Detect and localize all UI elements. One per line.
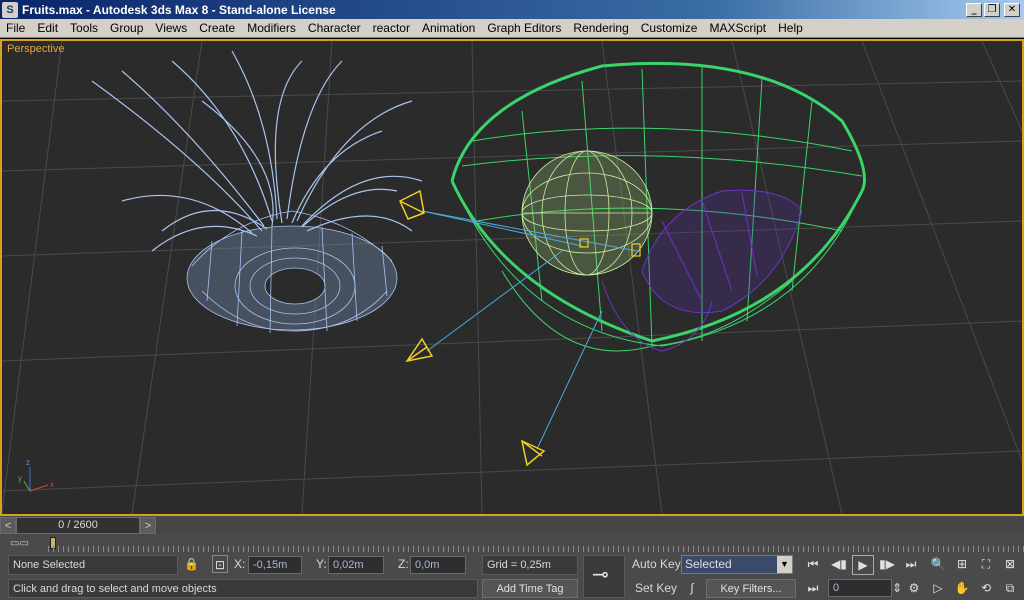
key-mode-dropdown[interactable]: Selected ▼ xyxy=(681,555,793,574)
time-next-button[interactable]: > xyxy=(140,517,156,534)
menu-rendering[interactable]: Rendering xyxy=(567,19,634,37)
menu-modifiers[interactable]: Modifiers xyxy=(241,19,302,37)
camera-icon-3 xyxy=(520,439,546,467)
x-coord-field[interactable]: -0,15m xyxy=(248,556,302,574)
go-to-end-icon[interactable]: ⏭ xyxy=(900,555,922,573)
chevron-down-icon[interactable]: ▼ xyxy=(777,556,792,573)
time-slider[interactable]: < 0 / 2600 > xyxy=(0,516,1024,535)
set-key-button[interactable]: Set Key xyxy=(635,579,677,597)
window-title: Fruits.max - Autodesk 3ds Max 8 - Stand-… xyxy=(22,2,336,17)
time-prev-button[interactable]: < xyxy=(0,517,16,534)
x-coord-label: X: xyxy=(234,557,246,571)
viewport-label[interactable]: Perspective xyxy=(7,43,64,55)
axis-tripod-icon: z x y xyxy=(18,458,54,492)
absolute-mode-icon[interactable]: ⊡ xyxy=(212,555,228,573)
menu-views[interactable]: Views xyxy=(149,19,193,37)
key-icon: ⊸ xyxy=(592,564,609,586)
bowl-mesh xyxy=(450,61,866,352)
time-slider-track[interactable] xyxy=(156,517,1024,534)
key-mode-value: Selected xyxy=(685,557,732,571)
camera-icon-1 xyxy=(399,189,425,220)
time-slider-thumb[interactable]: 0 / 2600 xyxy=(16,517,140,534)
key-filters-button[interactable]: Key Filters... xyxy=(706,579,796,598)
y-coord-label: Y: xyxy=(316,557,327,571)
menu-animation[interactable]: Animation xyxy=(416,19,481,37)
arc-rotate-icon[interactable]: ⟲ xyxy=(976,579,996,597)
lock-icon[interactable]: 🔒 xyxy=(184,555,199,573)
menu-group[interactable]: Group xyxy=(104,19,149,37)
close-button[interactable]: ✕ xyxy=(1004,2,1020,17)
axis-x-label: x xyxy=(50,480,54,489)
next-frame-icon[interactable]: ▮▶ xyxy=(876,555,898,573)
zoom-extents-all-icon[interactable]: ⊠ xyxy=(1000,555,1020,573)
maximize-button[interactable]: ❐ xyxy=(984,2,1000,17)
play-icon[interactable]: ▶ xyxy=(852,555,874,575)
viewport-scene: z x y xyxy=(2,41,1022,514)
field-of-view-icon[interactable]: ▷ xyxy=(928,579,948,597)
minimize-button[interactable]: _ xyxy=(966,2,982,17)
previous-frame-icon[interactable]: ◀▮ xyxy=(828,555,850,573)
time-configuration-icon[interactable]: ⚙ xyxy=(904,579,924,597)
grass-mesh xyxy=(91,50,423,252)
frame-spinner-icon[interactable]: ⇕ xyxy=(892,579,902,597)
menu-maxscript[interactable]: MAXScript xyxy=(703,19,772,37)
menu-tools[interactable]: Tools xyxy=(64,19,104,37)
axis-z-label: z xyxy=(26,458,30,467)
auto-key-button[interactable]: Auto Key xyxy=(632,555,681,573)
menu-edit[interactable]: Edit xyxy=(31,19,64,37)
app-icon[interactable]: S xyxy=(2,1,18,18)
z-coord-field[interactable]: 0,0m xyxy=(410,556,466,574)
ground-grid xyxy=(2,41,1022,514)
track-bar[interactable]: ▭▭ xyxy=(0,535,1024,552)
track-bar-icon[interactable]: ▭▭ xyxy=(10,538,32,549)
status-bar: None Selected Click and drag to select a… xyxy=(0,552,1024,600)
title-bar: S Fruits.max - Autodesk 3ds Max 8 - Stan… xyxy=(0,0,1024,19)
menu-customize[interactable]: Customize xyxy=(635,19,704,37)
y-coord-field[interactable]: 0,02m xyxy=(328,556,384,574)
vase-mesh xyxy=(186,210,398,334)
zoom-all-icon[interactable]: ⊞ xyxy=(952,555,972,573)
pan-hand-icon[interactable]: ✋ xyxy=(952,579,972,597)
zoom-extents-icon[interactable]: ⛶ xyxy=(976,555,996,573)
key-tangent-icon[interactable]: ∫ xyxy=(682,579,702,597)
selection-status: None Selected xyxy=(8,555,178,575)
menu-bar: File Edit Tools Group Views Create Modif… xyxy=(0,19,1024,38)
menu-graph-editors[interactable]: Graph Editors xyxy=(481,19,567,37)
z-coord-label: Z: xyxy=(398,557,409,571)
zoom-icon[interactable]: 🔍 xyxy=(928,555,948,573)
key-mode-toggle-icon[interactable]: ⏭ xyxy=(802,579,824,597)
maximize-viewport-icon[interactable]: ⧉ xyxy=(1000,579,1020,597)
axis-y-label: y xyxy=(18,474,22,483)
set-key-big-button[interactable]: ⊸ xyxy=(583,555,625,598)
camera-icon-2 xyxy=(405,337,434,363)
prompt-line: Click and drag to select and move object… xyxy=(8,579,478,598)
go-to-start-icon[interactable]: ⏮ xyxy=(802,555,824,573)
current-frame-field[interactable]: 0 xyxy=(828,579,892,597)
perspective-viewport[interactable]: z x y Perspective xyxy=(0,39,1024,516)
menu-file[interactable]: File xyxy=(0,19,31,37)
menu-reactor[interactable]: reactor xyxy=(367,19,416,37)
menu-help[interactable]: Help xyxy=(772,19,809,37)
menu-character[interactable]: Character xyxy=(302,19,367,37)
add-time-tag-button[interactable]: Add Time Tag xyxy=(482,579,578,598)
menu-create[interactable]: Create xyxy=(193,19,241,37)
grid-size-display: Grid = 0,25m xyxy=(482,555,578,575)
